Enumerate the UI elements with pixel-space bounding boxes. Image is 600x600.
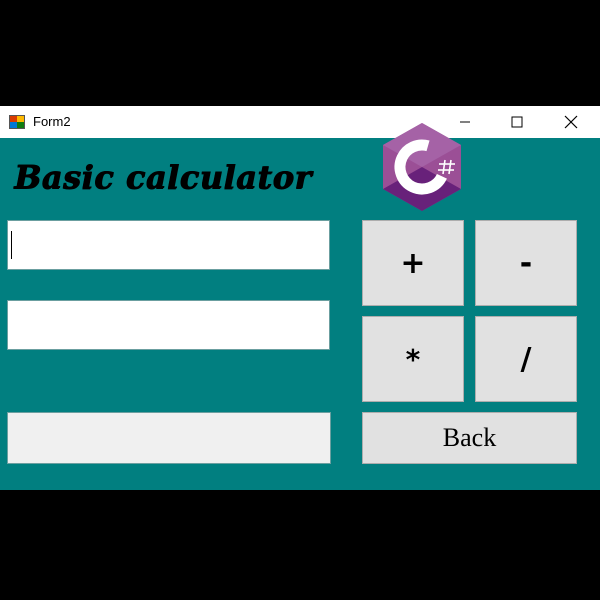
title-bar: Form2 bbox=[0, 106, 600, 138]
close-icon bbox=[564, 115, 578, 129]
window-title: Form2 bbox=[33, 114, 71, 129]
winforms-app-icon bbox=[9, 114, 25, 130]
divide-button[interactable]: / bbox=[475, 316, 577, 402]
text-caret bbox=[11, 231, 12, 259]
maximize-icon bbox=[511, 116, 523, 128]
second-number-input[interactable] bbox=[7, 300, 330, 350]
multiply-button[interactable]: * bbox=[362, 316, 464, 402]
first-number-input[interactable] bbox=[7, 220, 330, 270]
back-button[interactable]: Back bbox=[362, 412, 577, 464]
page-title: Basic calculator bbox=[14, 158, 312, 196]
calculator-window: Form2 Basic calculator + - * / Back bbox=[0, 106, 600, 490]
result-field[interactable] bbox=[7, 412, 331, 464]
subtract-button[interactable]: - bbox=[475, 220, 577, 306]
csharp-logo bbox=[383, 123, 461, 211]
maximize-button[interactable] bbox=[494, 106, 540, 138]
close-button[interactable] bbox=[548, 106, 594, 138]
add-button[interactable]: + bbox=[362, 220, 464, 306]
